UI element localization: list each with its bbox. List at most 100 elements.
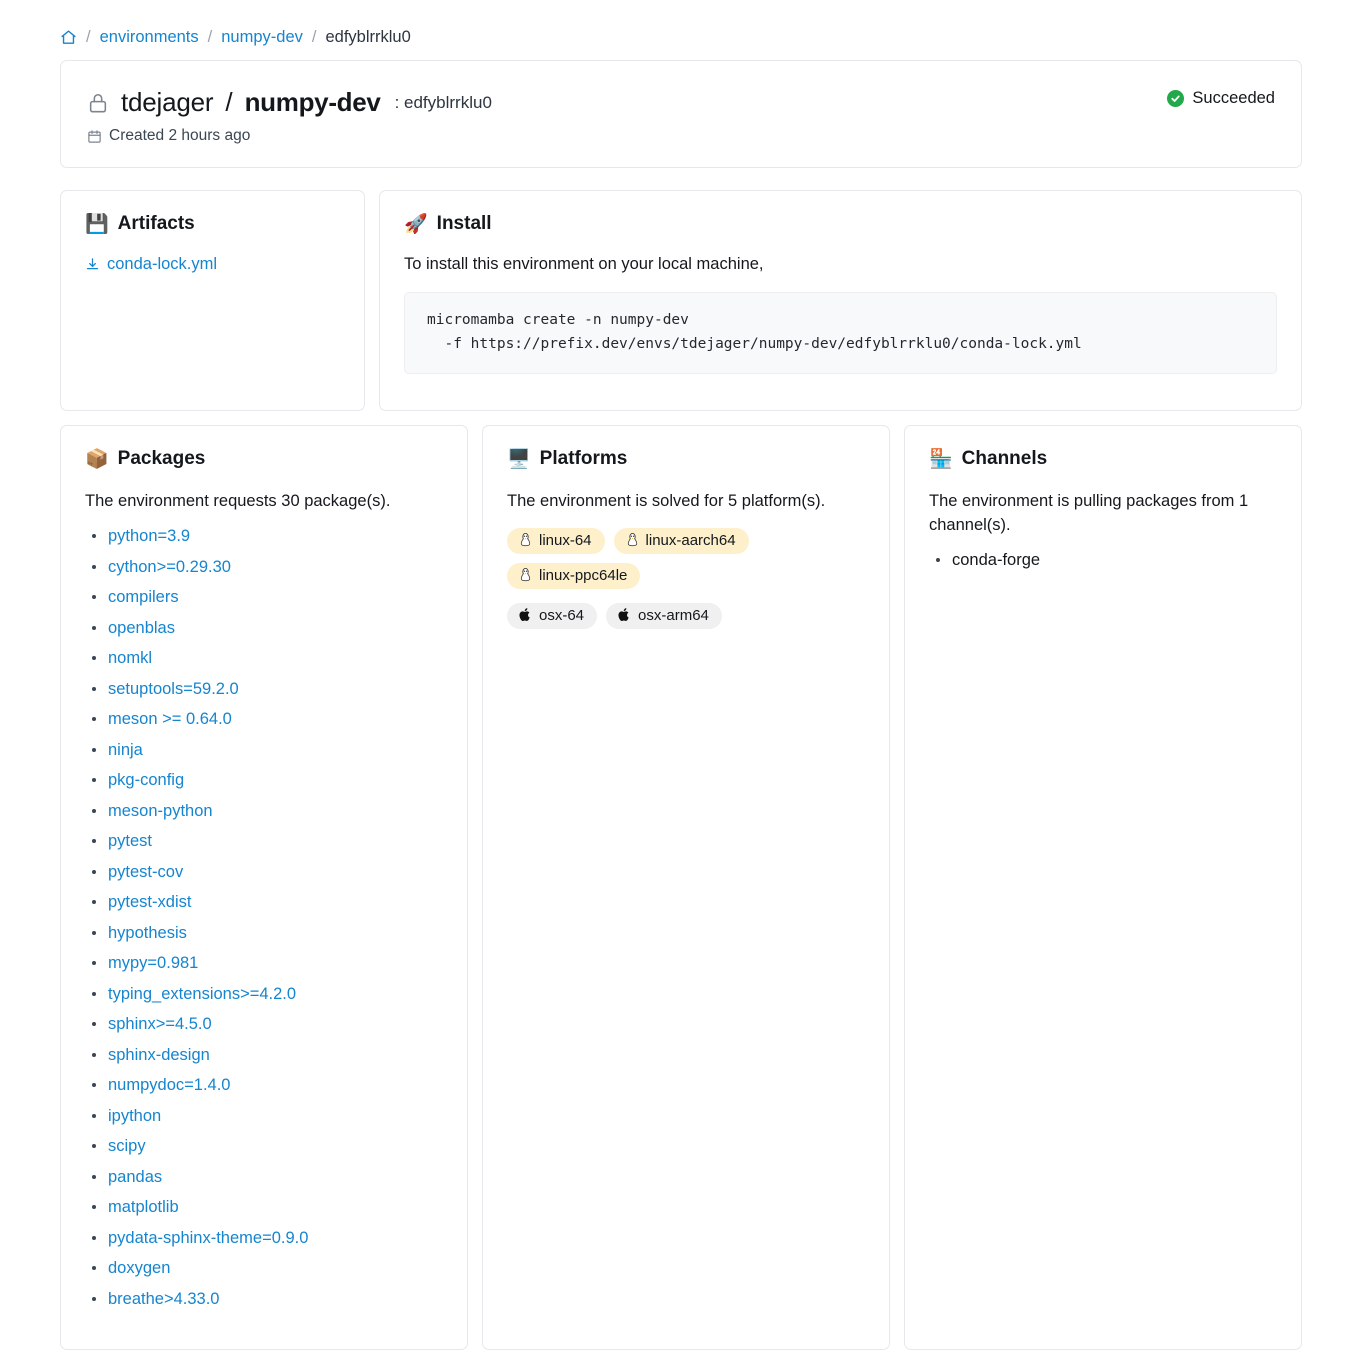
home-icon[interactable] xyxy=(60,29,77,46)
platform-badge-groups: linux-64 linux-aarch64 linux-ppc64le osx-64… xyxy=(507,528,865,629)
package-link[interactable]: ipython xyxy=(108,1107,161,1125)
package-list-item: cython>=0.29.30 xyxy=(89,559,443,576)
package-link[interactable]: sphinx>=4.5.0 xyxy=(108,1015,212,1033)
lock-icon xyxy=(87,92,109,114)
calendar-icon xyxy=(87,129,102,144)
package-list-item: python=3.9 xyxy=(89,528,443,545)
package-link[interactable]: pandas xyxy=(108,1168,162,1186)
package-link[interactable]: pytest-xdist xyxy=(108,893,191,911)
platform-badge[interactable]: linux-ppc64le xyxy=(507,563,640,589)
platforms-card: 🖥️ Platforms The environment is solved f… xyxy=(482,425,890,1350)
packages-card: 📦 Packages The environment requests 30 p… xyxy=(60,425,468,1350)
linux-penguin-icon xyxy=(519,567,532,584)
artifacts-card: 💾 Artifacts conda-lock.yml xyxy=(60,190,365,411)
packages-title: 📦 Packages xyxy=(85,448,443,470)
package-link[interactable]: openblas xyxy=(108,619,175,637)
package-list-item: sphinx-design xyxy=(89,1047,443,1064)
channel-list: conda-forge xyxy=(929,552,1277,569)
platform-badge[interactable]: linux-64 xyxy=(507,528,605,554)
package-list-item: ninja xyxy=(89,742,443,759)
title-owner[interactable]: tdejager xyxy=(121,87,213,118)
linux-penguin-icon xyxy=(519,532,532,549)
status-label: Succeeded xyxy=(1192,89,1275,108)
platform-label: linux-ppc64le xyxy=(539,567,627,584)
package-link[interactable]: mypy=0.981 xyxy=(108,954,198,972)
platform-label: linux-64 xyxy=(539,532,592,549)
created-label: Created 2 hours ago xyxy=(109,127,250,145)
package-link[interactable]: doxygen xyxy=(108,1259,170,1277)
package-box-icon: 📦 xyxy=(85,450,109,469)
package-link[interactable]: meson-python xyxy=(108,802,213,820)
package-list-item: openblas xyxy=(89,620,443,637)
channels-card: 🏪 Channels The environment is pulling pa… xyxy=(904,425,1302,1350)
created-timestamp: Created 2 hours ago xyxy=(87,127,1275,145)
package-list-item: doxygen xyxy=(89,1260,443,1277)
rocket-icon: 🚀 xyxy=(404,215,428,234)
package-link[interactable]: pytest-cov xyxy=(108,863,183,881)
package-link[interactable]: meson >= 0.64.0 xyxy=(108,710,232,728)
package-list-item: pandas xyxy=(89,1169,443,1186)
artifacts-install-row: 💾 Artifacts conda-lock.yml 🚀 Install To … xyxy=(60,190,1302,411)
package-list-item: matplotlib xyxy=(89,1199,443,1216)
download-icon xyxy=(85,257,100,272)
package-link[interactable]: pydata-sphinx-theme=0.9.0 xyxy=(108,1229,308,1247)
package-list-item: meson >= 0.64.0 xyxy=(89,711,443,728)
breadcrumb-separator-2: / xyxy=(208,28,213,47)
channels-summary: The environment is pulling packages from… xyxy=(929,490,1277,538)
platform-badge-group-osx: osx-64 osx-arm64 xyxy=(507,603,865,629)
artifacts-title: 💾 Artifacts xyxy=(85,213,340,235)
channels-title-label: Channels xyxy=(962,448,1048,470)
package-link[interactable]: ninja xyxy=(108,741,143,759)
package-list-item: pytest-cov xyxy=(89,864,443,881)
breadcrumb-item-numpy-dev[interactable]: numpy-dev xyxy=(221,28,303,47)
package-link[interactable]: hypothesis xyxy=(108,924,187,942)
package-list-item: hypothesis xyxy=(89,925,443,942)
package-link[interactable]: setuptools=59.2.0 xyxy=(108,680,239,698)
install-command-block[interactable]: micromamba create -n numpy-dev -f https:… xyxy=(404,292,1277,374)
store-icon: 🏪 xyxy=(929,450,953,469)
package-link[interactable]: numpydoc=1.4.0 xyxy=(108,1076,230,1094)
package-link[interactable]: compilers xyxy=(108,588,179,606)
package-list-item: pytest xyxy=(89,833,443,850)
package-link[interactable]: matplotlib xyxy=(108,1198,179,1216)
platform-label: osx-64 xyxy=(539,607,584,624)
environment-header-card: tdejager / numpy-dev : edfyblrrklu0 Crea… xyxy=(60,60,1302,168)
package-list-item: ipython xyxy=(89,1108,443,1125)
package-list-item: pydata-sphinx-theme=0.9.0 xyxy=(89,1230,443,1247)
package-link[interactable]: cython>=0.29.30 xyxy=(108,558,231,576)
package-link[interactable]: pytest xyxy=(108,832,152,850)
artifact-conda-lock-link[interactable]: conda-lock.yml xyxy=(85,255,217,274)
package-list-item: sphinx>=4.5.0 xyxy=(89,1016,443,1033)
package-link[interactable]: typing_extensions>=4.2.0 xyxy=(108,985,296,1003)
package-list-item: pkg-config xyxy=(89,772,443,789)
breadcrumb-separator-3: / xyxy=(312,28,317,47)
install-title: 🚀 Install xyxy=(404,213,1277,235)
package-link[interactable]: sphinx-design xyxy=(108,1046,210,1064)
platform-badge[interactable]: osx-arm64 xyxy=(606,603,722,629)
package-link[interactable]: nomkl xyxy=(108,649,152,667)
package-link[interactable]: python=3.9 xyxy=(108,527,190,545)
channel-list-item: conda-forge xyxy=(933,552,1277,569)
package-list-item: scipy xyxy=(89,1138,443,1155)
platforms-summary: The environment is solved for 5 platform… xyxy=(507,490,865,514)
package-link[interactable]: breathe>4.33.0 xyxy=(108,1290,219,1308)
status-badge: Succeeded xyxy=(1167,89,1275,108)
breadcrumb-item-current: edfyblrrklu0 xyxy=(325,28,410,47)
platform-label: osx-arm64 xyxy=(638,607,709,624)
platform-badge[interactable]: osx-64 xyxy=(507,603,597,629)
breadcrumb-separator-1: / xyxy=(86,28,91,47)
package-list-item: breathe>4.33.0 xyxy=(89,1291,443,1308)
platform-badge[interactable]: linux-aarch64 xyxy=(614,528,749,554)
apple-logo-icon xyxy=(618,607,631,624)
desktop-computer-icon: 🖥️ xyxy=(507,450,531,469)
channel-label: conda-forge xyxy=(952,551,1040,569)
linux-penguin-icon xyxy=(626,532,639,549)
breadcrumb-item-environments[interactable]: environments xyxy=(100,28,199,47)
title-environment-name[interactable]: numpy-dev xyxy=(245,87,381,118)
package-link[interactable]: pkg-config xyxy=(108,771,184,789)
package-link[interactable]: scipy xyxy=(108,1137,146,1155)
package-list-item: nomkl xyxy=(89,650,443,667)
platform-label: linux-aarch64 xyxy=(646,532,736,549)
package-list-item: pytest-xdist xyxy=(89,894,443,911)
page-root: / environments / numpy-dev / edfyblrrklu… xyxy=(0,0,1362,1350)
